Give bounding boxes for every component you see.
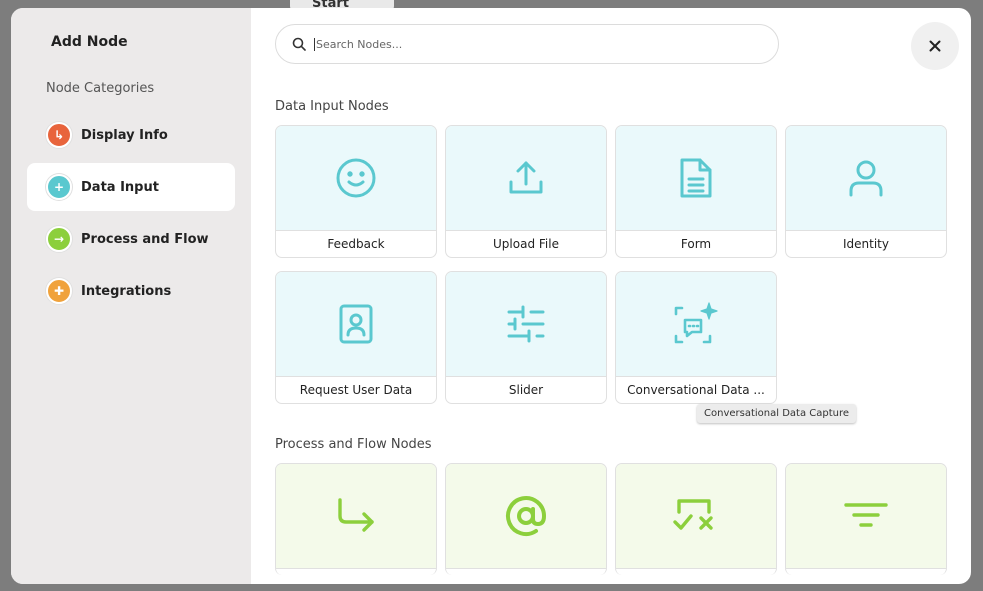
node-card-form[interactable]: Form (615, 125, 777, 258)
node-card-feedback[interactable]: Feedback (275, 125, 437, 258)
section-title-data-input: Data Input Nodes (275, 99, 389, 114)
user-icon (849, 160, 883, 197)
id-card-icon (339, 304, 373, 344)
node-card-redirect[interactable] (275, 463, 437, 575)
document-icon (680, 158, 712, 198)
node-card-request-user-data[interactable]: Request User Data (275, 271, 437, 404)
node-label: Request User Data (299, 383, 413, 397)
at-sign-icon (506, 496, 547, 537)
display-info-icon: ↳ (46, 122, 72, 148)
section-title-process-flow: Process and Flow Nodes (275, 437, 432, 452)
filter-icon (844, 503, 888, 527)
sliders-icon (507, 305, 545, 343)
node-label: Feedback (327, 237, 385, 251)
category-data-input[interactable]: + Data Input (27, 163, 235, 211)
node-label: Conversational Data ... (627, 383, 765, 397)
category-label: Data Input (81, 179, 159, 195)
node-card-email[interactable] (445, 463, 607, 575)
integrations-icon: ✚ (46, 278, 72, 304)
search-bar[interactable] (275, 24, 779, 64)
redirect-arrow-icon (338, 498, 374, 532)
node-card-upload-file[interactable]: Upload File (445, 125, 607, 258)
category-process-and-flow[interactable]: → Process and Flow (27, 215, 235, 263)
node-card-conversational-data-capture[interactable]: Conversational Data ... (615, 271, 777, 404)
node-card-slider[interactable]: Slider (445, 271, 607, 404)
node-card-filter[interactable] (785, 463, 947, 575)
category-label: Process and Flow (81, 231, 209, 247)
category-label: Display Info (81, 127, 168, 143)
search-icon (292, 37, 306, 51)
category-display-info[interactable]: ↳ Display Info (27, 111, 235, 159)
process-flow-icon: → (46, 226, 72, 252)
node-tooltip: Conversational Data Capture (697, 404, 857, 423)
search-input[interactable] (314, 37, 734, 51)
data-input-node-grid: Feedback Upload File Form Identity Reque… (275, 125, 947, 404)
category-label: Integrations (81, 283, 172, 299)
category-integrations[interactable]: ✚ Integrations (27, 267, 235, 315)
add-node-modal: Add Node Node Categories ↳ Display Info … (11, 8, 971, 584)
close-button[interactable] (911, 22, 959, 70)
upload-icon (509, 161, 543, 194)
process-flow-node-grid (275, 463, 947, 575)
smiley-icon (336, 158, 376, 198)
check-x-icon (673, 499, 713, 530)
categories-heading: Node Categories (46, 81, 155, 96)
sidebar: Add Node Node Categories ↳ Display Info … (11, 8, 251, 584)
node-catalog: Data Input Nodes Feedback (251, 8, 971, 584)
node-label: Upload File (493, 237, 559, 251)
node-card-identity[interactable]: Identity (785, 125, 947, 258)
node-card-condition[interactable] (615, 463, 777, 575)
data-input-icon: + (46, 174, 72, 200)
close-icon (929, 40, 941, 52)
node-label: Identity (843, 237, 889, 251)
chat-sparkle-icon (674, 302, 718, 344)
node-label: Form (680, 237, 712, 251)
node-label: Slider (508, 383, 544, 397)
modal-title: Add Node (51, 34, 128, 50)
